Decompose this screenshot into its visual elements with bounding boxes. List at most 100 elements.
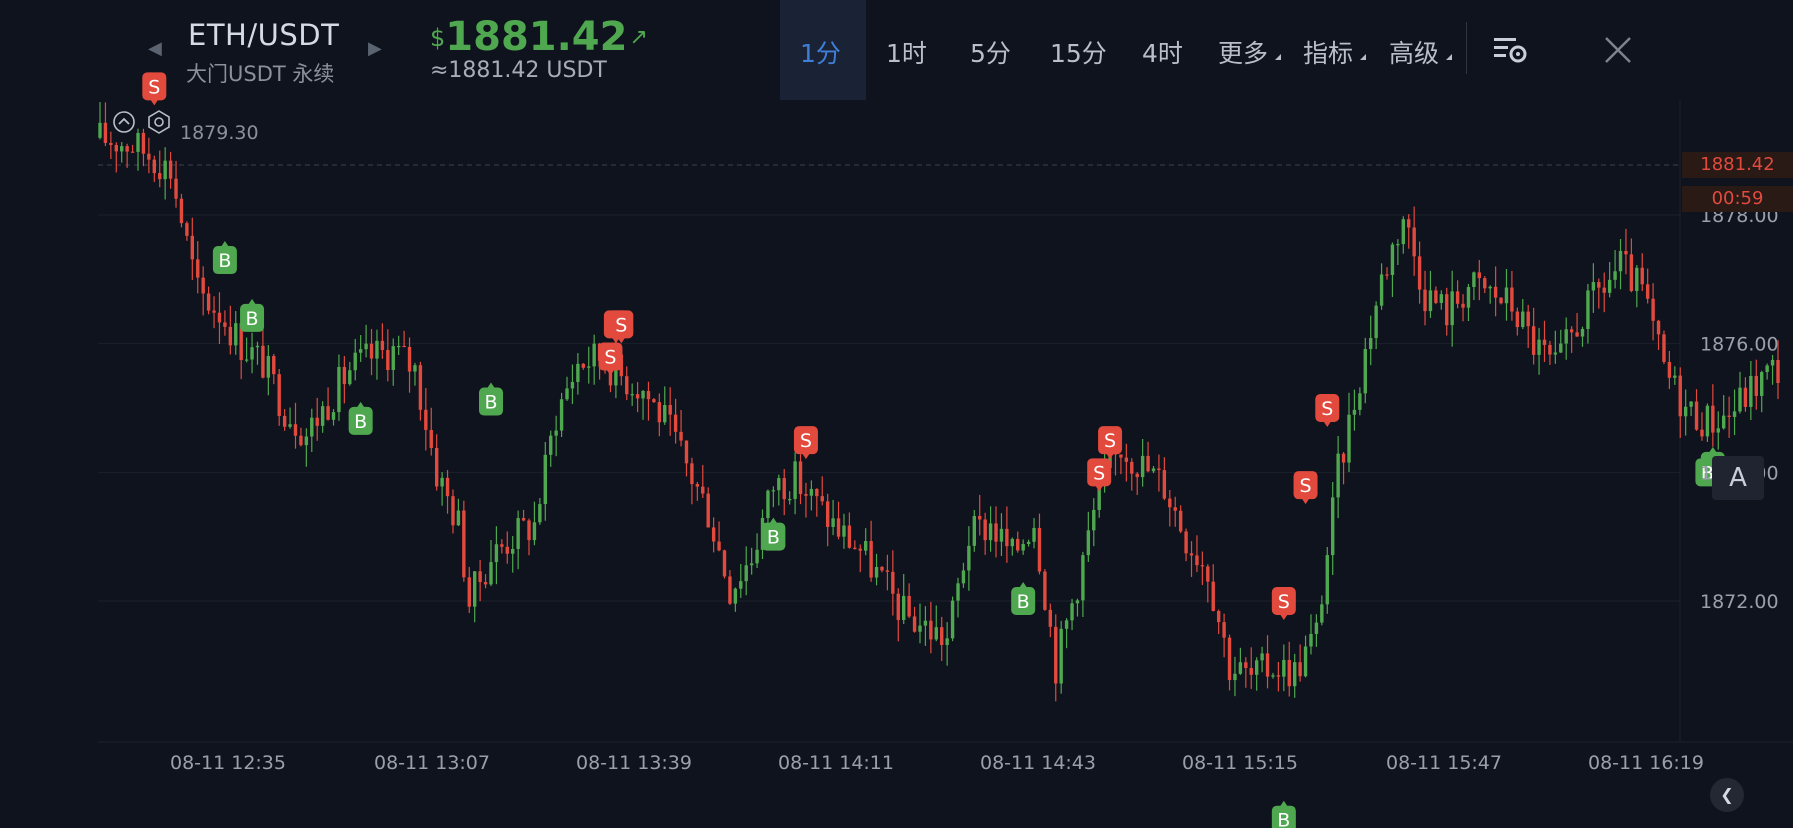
candle-body (1738, 387, 1742, 412)
candle (1765, 363, 1769, 380)
candle (1200, 551, 1205, 585)
candle (690, 457, 694, 505)
candlestick-chart[interactable]: SBBBBSSSSBBSSSBSSBB 1878.001876.001874.0… (0, 0, 1793, 828)
candle (967, 526, 971, 591)
tab-1m[interactable]: 1分 (800, 34, 841, 70)
candle (505, 531, 509, 564)
candle (1559, 329, 1563, 354)
price-value: 1881.42 (445, 14, 628, 60)
candle (1694, 389, 1699, 431)
candle-body (549, 435, 553, 455)
candle-body (1276, 675, 1281, 677)
chevron-left-icon[interactable]: ◀ (148, 38, 162, 59)
chevron-right-icon[interactable]: ▶ (368, 38, 382, 59)
candle-body (424, 409, 428, 430)
marker-label: S (604, 347, 616, 369)
sell-marker: S (1087, 458, 1112, 492)
candle-body (516, 518, 520, 550)
candle (1358, 387, 1362, 416)
eye-icon[interactable] (146, 109, 172, 135)
candle-body (489, 562, 493, 585)
candle-body (1515, 311, 1520, 328)
tab-1h[interactable]: 1时 (886, 34, 927, 70)
candle-body (1721, 415, 1726, 429)
candle (646, 381, 651, 421)
tab-advanced[interactable]: 高级 (1389, 34, 1439, 70)
candle-body (136, 132, 140, 152)
candle-body (1412, 227, 1416, 257)
candle (272, 353, 276, 385)
candle (858, 544, 862, 573)
candle-body (1553, 352, 1558, 355)
candle-body (1450, 291, 1454, 326)
candle-body (733, 588, 738, 604)
candle (869, 520, 873, 582)
candle (1048, 603, 1053, 638)
tab-4h[interactable]: 4时 (1142, 34, 1183, 70)
candle (1673, 366, 1677, 385)
candle-body (1032, 527, 1036, 542)
candle (749, 547, 754, 575)
candle (1645, 268, 1650, 304)
candle-body (337, 366, 341, 413)
settings-list-icon[interactable] (1492, 34, 1528, 66)
candle (1716, 411, 1720, 450)
scroll-to-latest-button[interactable]: ❮ (1710, 778, 1744, 812)
candle (1238, 647, 1243, 675)
candle-body (478, 571, 482, 583)
candle-body (445, 477, 450, 497)
candle-body (646, 390, 651, 400)
candle (635, 382, 640, 413)
candle-body (1195, 555, 1199, 566)
candle-body (1597, 282, 1601, 288)
tab-5m[interactable]: 5分 (970, 34, 1011, 70)
marker-label: B (1277, 810, 1290, 828)
auto-scale-button[interactable]: A (1712, 456, 1764, 500)
candle (907, 583, 911, 619)
candle (494, 526, 499, 585)
candle (809, 480, 814, 511)
candle-body (326, 406, 330, 420)
candle (1064, 618, 1069, 649)
candle-body (853, 547, 857, 549)
candle (337, 354, 341, 421)
contract-subtitle: 大门USDT 永续 (186, 62, 335, 86)
candle-body (1705, 405, 1710, 437)
symbol-title[interactable]: ETH/USDT (188, 18, 339, 52)
marker-label: S (1321, 398, 1333, 420)
marker-label: S (1093, 462, 1105, 484)
candle (706, 487, 710, 528)
candle (668, 387, 672, 436)
tab-indicators[interactable]: 指标 (1303, 34, 1353, 70)
candle-body (1765, 365, 1769, 373)
x-tick-label: 08-11 15:47 (1386, 752, 1502, 774)
tab-15m[interactable]: 15分 (1050, 34, 1107, 70)
candle (98, 102, 102, 140)
candle (1352, 389, 1357, 431)
candle-body (1700, 429, 1704, 437)
x-tick-label: 08-11 13:39 (576, 752, 692, 774)
candle-body (641, 390, 645, 399)
candle-body (152, 159, 157, 174)
candle (1140, 438, 1145, 487)
candle-body (1325, 555, 1329, 605)
candle-body (744, 565, 748, 582)
trade-markers-layer: SBBBBSSSSBBSSSBSSBB (142, 72, 1725, 828)
candle (1195, 535, 1199, 573)
candle-body (1379, 274, 1384, 306)
candle (771, 486, 776, 508)
candle-body (983, 519, 987, 541)
candle (1135, 472, 1139, 496)
close-icon[interactable] (1602, 34, 1634, 66)
candle (179, 193, 184, 228)
candle-body (988, 523, 993, 541)
candle (489, 540, 493, 587)
candle-body (223, 322, 227, 327)
candle-body (1434, 290, 1438, 303)
collapse-icon[interactable] (112, 110, 136, 134)
marker-label: B (218, 250, 231, 272)
candle (136, 128, 140, 171)
marker-pointer (606, 369, 615, 376)
candle (1189, 541, 1194, 577)
tab-more[interactable]: 更多 (1218, 34, 1268, 70)
